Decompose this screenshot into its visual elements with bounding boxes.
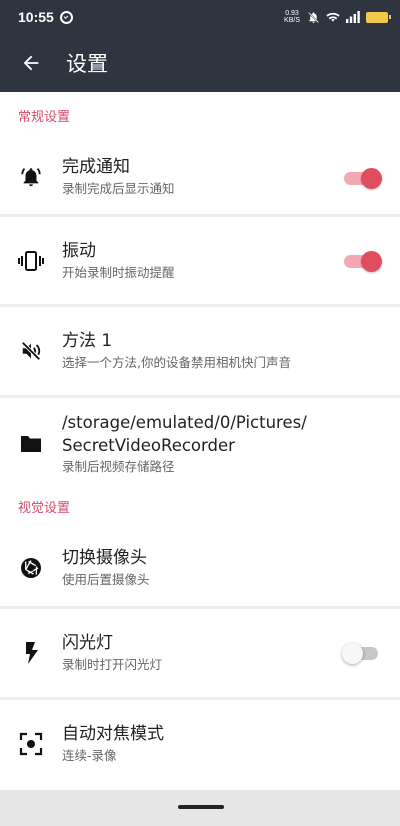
setting-switch-camera[interactable]: 切换摄像头 使用后置摄像头 <box>0 529 400 609</box>
app-bar: 设置 <box>0 34 400 92</box>
storage-path-line2: SecretVideoRecorder <box>62 435 235 455</box>
completion-notification-toggle[interactable] <box>344 167 382 191</box>
settings-list: 常规设置 完成通知 录制完成后显示通知 振动 开始录制时振动提醒 方法 1 选择… <box>0 92 400 788</box>
bell-icon <box>0 166 62 188</box>
wifi-icon <box>326 11 340 23</box>
status-bar: 10:55 0.93 KB/S <box>0 0 400 34</box>
setting-subtitle: 录制后视频存储路径 <box>62 458 175 474</box>
folder-icon <box>0 434 62 454</box>
setting-shutter-method[interactable]: 方法 1 选择一个方法,你的设备禁用相机快门声音 <box>0 307 400 398</box>
network-speed: 0.93 KB/S <box>284 10 300 24</box>
setting-completion-notification[interactable]: 完成通知 录制完成后显示通知 <box>0 139 400 217</box>
setting-subtitle: 选择一个方法,你的设备禁用相机快门声音 <box>62 355 291 370</box>
arrow-back-icon <box>23 55 39 71</box>
home-indicator[interactable] <box>178 805 224 809</box>
cell-signal-icon <box>346 11 360 23</box>
storage-path-line1: /storage/emulated/0/Pictures/ <box>62 412 307 432</box>
vibration-icon <box>0 250 62 272</box>
volume-off-icon <box>0 340 62 362</box>
setting-title: 自动对焦模式 <box>62 724 164 744</box>
alarm-check-icon <box>59 10 73 24</box>
setting-autofocus-mode[interactable]: 自动对焦模式 连续-录像 <box>0 700 400 788</box>
focus-icon <box>0 732 62 756</box>
setting-title: 切换摄像头 <box>62 547 147 568</box>
setting-storage-path[interactable]: /storage/emulated/0/Pictures/ SecretVide… <box>0 398 400 489</box>
flash-icon <box>0 641 62 665</box>
setting-flash[interactable]: 闪光灯 录制时打开闪光灯 <box>0 609 400 700</box>
notifications-off-icon <box>306 11 320 23</box>
camera-shutter-icon <box>0 556 62 580</box>
setting-title: 方法 1 <box>62 331 113 351</box>
battery-icon <box>366 11 391 23</box>
vibration-toggle[interactable] <box>344 250 382 274</box>
section-header-visual: 视觉设置 <box>18 501 71 516</box>
system-nav-bar <box>0 790 400 826</box>
page-title: 设置 <box>66 52 108 76</box>
status-time: 10:55 <box>18 9 54 25</box>
status-icons: 0.93 KB/S <box>284 10 391 24</box>
setting-subtitle: 连续-录像 <box>62 748 117 763</box>
setting-subtitle: 使用后置摄像头 <box>62 571 150 587</box>
flash-toggle[interactable] <box>342 642 380 666</box>
back-button[interactable] <box>0 34 62 92</box>
section-header-general: 常规设置 <box>18 110 71 125</box>
setting-vibration[interactable]: 振动 开始录制时振动提醒 <box>0 217 400 307</box>
